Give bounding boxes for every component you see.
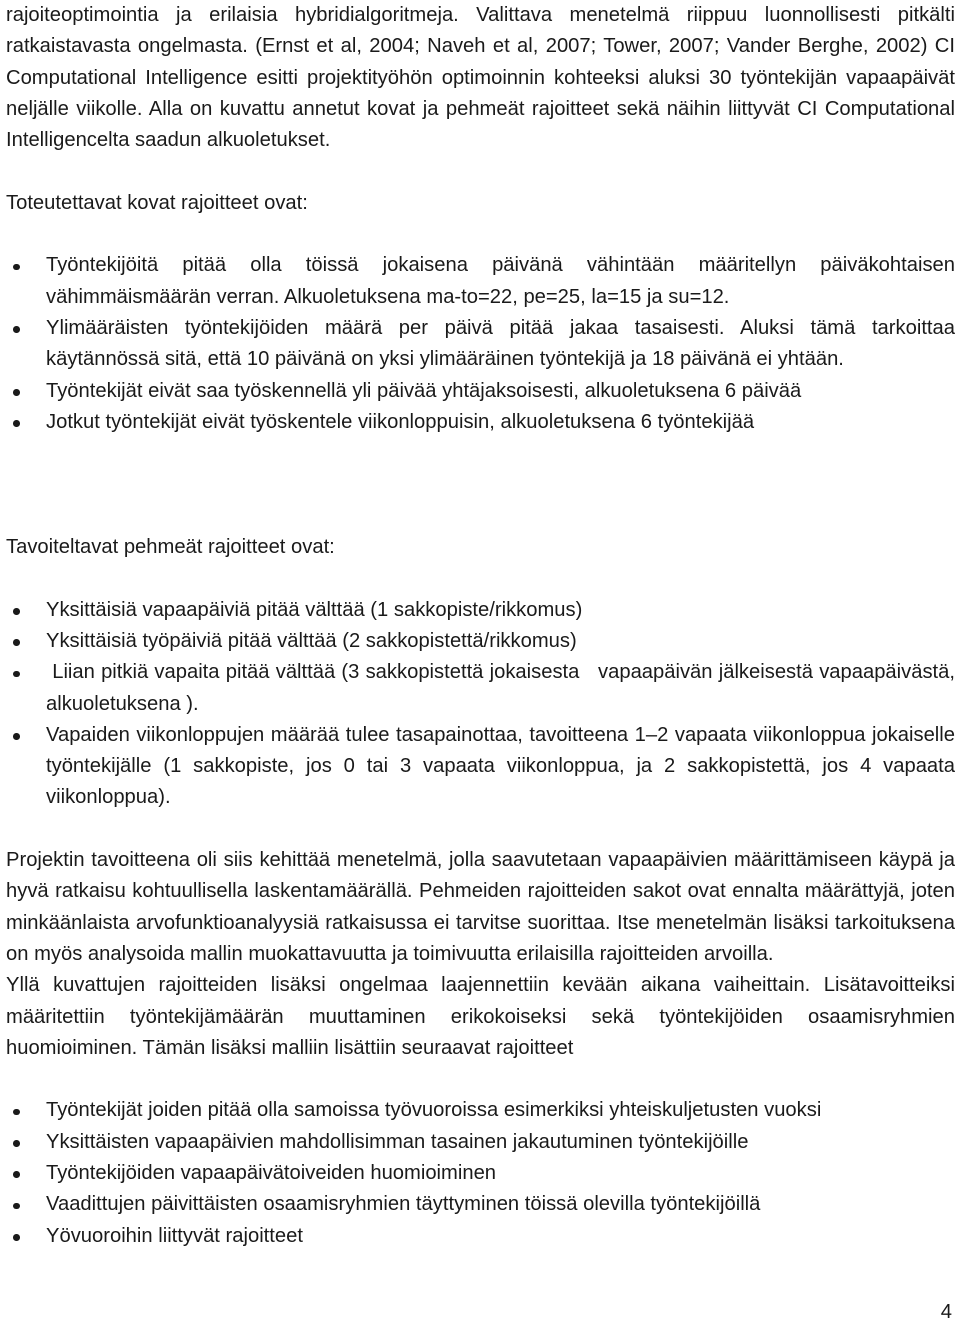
list-item: Liian pitkiä vapaita pitää välttää (3 sa…: [6, 657, 955, 720]
list-item: Työntekijät eivät saa työskennellä yli p…: [6, 376, 955, 407]
intro-paragraph: rajoiteoptimointia ja erilaisia hybridia…: [6, 4, 955, 152]
goal-paragraph: Projektin tavoitteena oli siis kehittää …: [6, 849, 955, 965]
hard-constraints-list: Työntekijöitä pitää olla töissä jokaisen…: [6, 250, 955, 438]
list-item: Jotkut työntekijät eivät työskentele vii…: [6, 407, 955, 438]
document-page: rajoiteoptimointia ja erilaisia hybridia…: [0, 0, 960, 1340]
soft-constraints-list: Yksittäisiä vapaapäiviä pitää välttää (1…: [6, 595, 955, 814]
list-item: Työntekijät joiden pitää olla samoissa t…: [6, 1095, 955, 1126]
list-item: Yksittäisiä työpäiviä pitää välttää (2 s…: [6, 626, 955, 657]
list-item: Yksittäisten vapaapäivien mahdollisimman…: [6, 1127, 955, 1158]
list-item: Vaadittujen päivittäisten osaamisryhmien…: [6, 1189, 955, 1220]
hard-constraints-heading: Toteutettavat kovat rajoitteet ovat:: [6, 191, 308, 214]
soft-constraints-heading: Tavoiteltavat pehmeät rajoitteet ovat:: [6, 536, 335, 559]
additional-constraints-list: Työntekijät joiden pitää olla samoissa t…: [6, 1095, 955, 1251]
extension-paragraph: Yllä kuvattujen rajoitteiden lisäksi ong…: [6, 974, 955, 1059]
list-item: Työntekijöiden vapaapäivätoiveiden huomi…: [6, 1158, 955, 1189]
list-item: Vapaiden viikonloppujen määrää tulee tas…: [6, 720, 955, 814]
page-number: 4: [940, 1300, 952, 1323]
list-item: Työntekijöitä pitää olla töissä jokaisen…: [6, 250, 955, 313]
list-item: Ylimääräisten työntekijöiden määrä per p…: [6, 313, 955, 376]
list-item: Yövuoroihin liittyvät rajoitteet: [6, 1221, 955, 1252]
list-item: Yksittäisiä vapaapäiviä pitää välttää (1…: [6, 595, 955, 626]
